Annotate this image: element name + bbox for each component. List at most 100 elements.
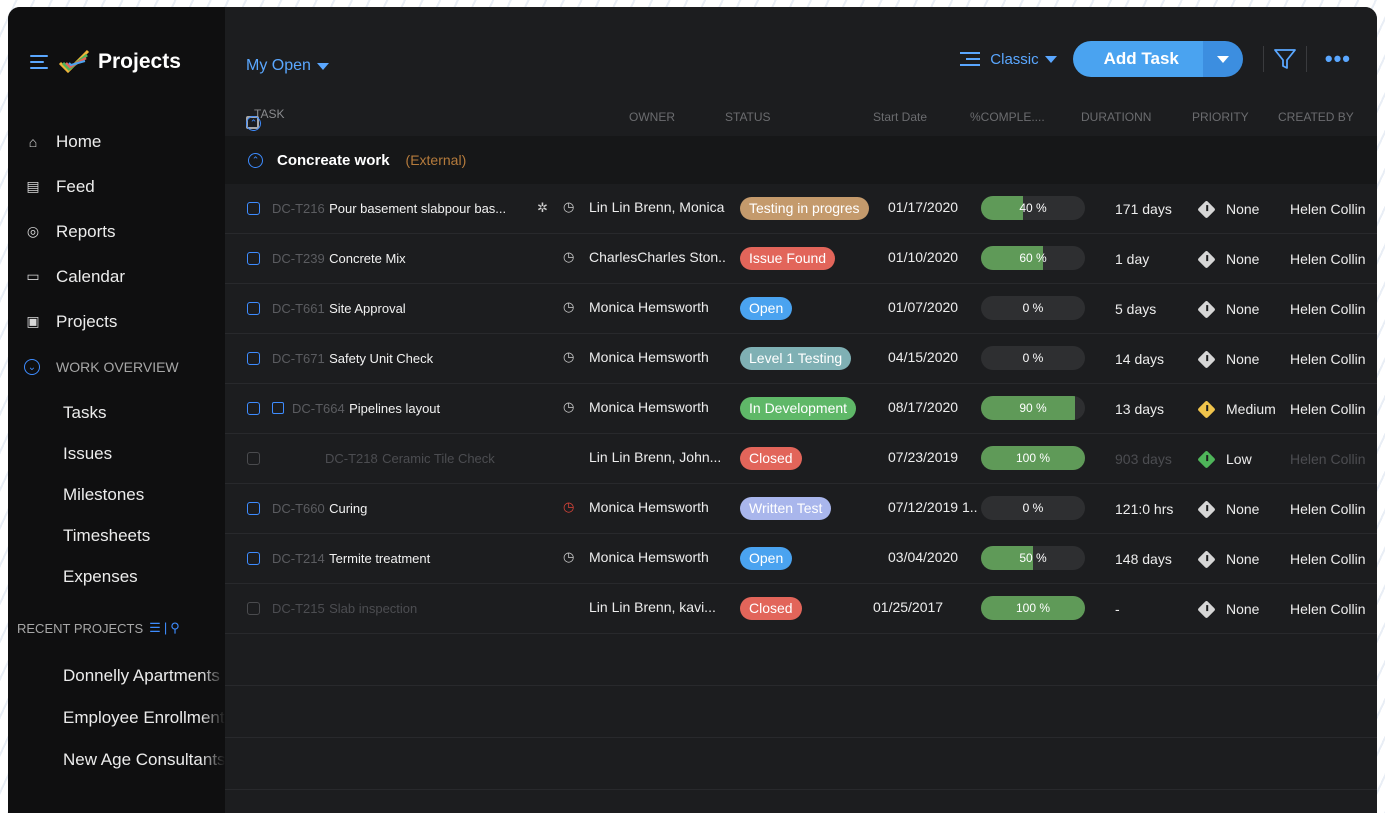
filter-sliders-icon[interactable]: ☰ <box>149 620 161 635</box>
task-owner[interactable]: Lin Lin Brenn, Monica <box>589 199 724 215</box>
progress-bar[interactable]: 60 % <box>981 246 1085 270</box>
row-checkbox[interactable] <box>247 202 260 215</box>
created-by[interactable]: Helen Collin <box>1290 551 1365 567</box>
status-badge[interactable]: Level 1 Testing <box>740 347 852 370</box>
work-item-tasks[interactable]: Tasks <box>63 392 150 433</box>
priority[interactable]: None <box>1197 499 1259 519</box>
created-by[interactable]: Helen Collin <box>1290 201 1365 217</box>
filter-icon[interactable] <box>1272 46 1298 72</box>
sidebar-item-reports[interactable]: ◎ Reports <box>24 209 125 254</box>
task-owner[interactable]: Lin Lin Brenn, kavi... <box>589 599 716 615</box>
progress-bar[interactable]: 0 % <box>981 296 1085 320</box>
row-checkbox[interactable] <box>247 302 260 315</box>
timer-icon[interactable]: ◷ <box>563 299 574 315</box>
start-date[interactable]: 07/23/2019 <box>888 449 958 465</box>
task-owner[interactable]: Monica Hemsworth <box>589 499 709 515</box>
duration[interactable]: 903 days <box>1115 451 1172 467</box>
task-name[interactable]: Pour basement slabpour bas... <box>329 201 506 216</box>
duration[interactable]: 171 days <box>1115 201 1172 217</box>
status-badge[interactable]: Issue Found <box>740 247 836 270</box>
work-item-milestones[interactable]: Milestones <box>63 474 150 515</box>
start-date[interactable]: 04/15/2020 <box>888 349 958 365</box>
task-name[interactable]: Slab inspection <box>329 601 417 616</box>
table-row[interactable]: DC-T214 Termite treatment ◷ Monica Hemswort… <box>225 534 1377 584</box>
work-overview-header[interactable]: ⌄ WORK OVERVIEW <box>24 359 179 375</box>
work-item-expenses[interactable]: Expenses <box>63 556 150 597</box>
timer-icon[interactable]: ◷ <box>563 249 574 265</box>
task-name[interactable]: Termite treatment <box>329 551 430 566</box>
work-item-issues[interactable]: Issues <box>63 433 150 474</box>
row-checkbox[interactable] <box>247 552 260 565</box>
sidebar-item-home[interactable]: ⌂ Home <box>24 119 125 164</box>
task-name[interactable]: Safety Unit Check <box>329 351 433 366</box>
task-name[interactable]: Pipelines layout <box>349 401 440 416</box>
created-by[interactable]: Helen Collin <box>1290 401 1365 417</box>
priority[interactable]: None <box>1197 599 1259 619</box>
collapse-icon[interactable]: ⌄ <box>24 359 40 375</box>
recent-project-item[interactable]: Employee Enrollment <box>63 697 225 739</box>
progress-bar[interactable]: 100 % <box>981 596 1085 620</box>
table-row[interactable]: DC-T216 Pour basement slabpour bas... ✲ ◷ Li… <box>225 184 1377 234</box>
start-date[interactable]: 03/04/2020 <box>888 549 958 565</box>
start-date[interactable]: 01/10/2020 <box>888 249 958 265</box>
priority[interactable]: None <box>1197 349 1259 369</box>
duration[interactable]: 148 days <box>1115 551 1172 567</box>
table-row[interactable]: DC-T671 Safety Unit Check ◷ Monica Hemswort… <box>225 334 1377 384</box>
status-badge[interactable]: In Development <box>740 397 857 420</box>
row-checkbox[interactable] <box>247 452 260 465</box>
work-item-timesheets[interactable]: Timesheets <box>63 515 150 556</box>
search-icon[interactable]: ⚲ <box>170 620 180 635</box>
status-badge[interactable]: Closed <box>740 597 802 620</box>
priority[interactable]: None <box>1197 299 1259 319</box>
view-selector[interactable]: My Open <box>246 57 329 75</box>
timer-icon[interactable]: ◷ <box>563 199 574 215</box>
created-by[interactable]: Helen Collin <box>1290 451 1365 467</box>
created-by[interactable]: Helen Collin <box>1290 601 1365 617</box>
recent-project-item[interactable]: New Age Consultants <box>63 739 225 781</box>
column-duration[interactable]: DURATIONN <box>1081 110 1151 124</box>
table-row[interactable]: DC-T661 Site Approval ◷ Monica Hemsworth Ope… <box>225 284 1377 334</box>
duration[interactable]: 5 days <box>1115 301 1156 317</box>
task-owner[interactable]: Lin Lin Brenn, John... <box>589 449 721 465</box>
status-badge[interactable]: Testing in progres <box>740 197 869 220</box>
progress-bar[interactable]: 100 % <box>981 446 1085 470</box>
task-name[interactable]: Ceramic Tile Check <box>382 451 495 466</box>
recent-project-item[interactable]: Donnelly Apartments <box>63 655 225 697</box>
task-group-row[interactable]: ⌃ Concreate work (External) <box>225 136 1377 184</box>
table-row[interactable]: DC-T239 Concrete Mix ◷ CharlesCharles Ston.… <box>225 234 1377 284</box>
task-name[interactable]: Concrete Mix <box>329 251 406 266</box>
duration[interactable]: 121:0 hrs <box>1115 501 1173 517</box>
progress-bar[interactable]: 40 % <box>981 196 1085 220</box>
row-checkbox[interactable] <box>247 602 260 615</box>
task-owner[interactable]: Monica Hemsworth <box>589 349 709 365</box>
row-checkbox[interactable] <box>247 502 260 515</box>
table-row[interactable]: DC-T215 Slab inspection Lin Lin Brenn, kav… <box>225 584 1377 634</box>
timer-icon[interactable]: ◷ <box>563 349 574 365</box>
column-created-by[interactable]: CREATED BY <box>1278 110 1354 124</box>
created-by[interactable]: Helen Collin <box>1290 251 1365 267</box>
row-checkbox[interactable] <box>247 352 260 365</box>
start-date[interactable]: 01/17/2020 <box>888 199 958 215</box>
sidebar-item-projects[interactable]: ▣ Projects <box>24 299 125 344</box>
duration[interactable]: 13 days <box>1115 401 1164 417</box>
priority[interactable]: None <box>1197 249 1259 269</box>
start-date[interactable]: 01/07/2020 <box>888 299 958 315</box>
task-owner[interactable]: Monica Hemsworth <box>589 549 709 565</box>
sidebar-item-feed[interactable]: ▤ Feed <box>24 164 125 209</box>
task-owner[interactable]: CharlesCharles Ston.. <box>589 249 726 265</box>
start-date[interactable]: 08/17/2020 <box>888 399 958 415</box>
duration[interactable]: 1 day <box>1115 251 1149 267</box>
add-task-button[interactable]: Add Task <box>1072 41 1203 77</box>
status-badge[interactable]: Open <box>740 547 793 570</box>
duration[interactable]: - <box>1115 601 1120 617</box>
task-owner[interactable]: Monica Hemsworth <box>589 299 709 315</box>
column-priority[interactable]: PRIORITY <box>1192 110 1249 124</box>
created-by[interactable]: Helen Collin <box>1290 301 1365 317</box>
progress-bar[interactable]: 50 % <box>981 546 1085 570</box>
timer-icon[interactable]: ◷ <box>563 549 574 565</box>
layout-selector[interactable]: Classic <box>960 51 1057 68</box>
status-badge[interactable]: Open <box>740 297 793 320</box>
collapse-group-icon[interactable]: ⌃ <box>248 152 263 168</box>
timer-icon[interactable]: ◷ <box>563 499 574 515</box>
status-badge[interactable]: Closed <box>740 447 802 470</box>
